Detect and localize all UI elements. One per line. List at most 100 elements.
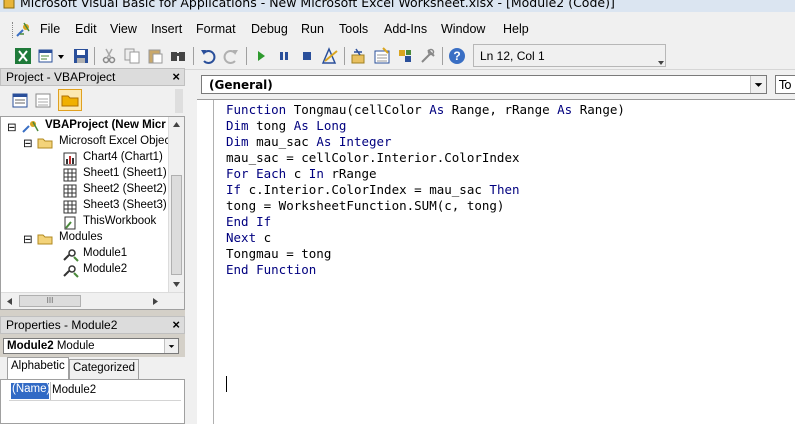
code-margin[interactable]	[213, 100, 214, 424]
scroll-down-icon[interactable]	[172, 280, 181, 289]
design-mode-icon[interactable]	[321, 47, 339, 65]
scroll-left-icon[interactable]	[5, 297, 14, 306]
copy-icon[interactable]	[123, 47, 141, 65]
property-value[interactable]: Module2	[52, 384, 96, 396]
code-window-header: (General) To	[197, 70, 795, 99]
code-keyword: Dim	[226, 134, 249, 149]
insert-module-icon[interactable]	[37, 47, 55, 65]
object-combo[interactable]: (General)	[201, 75, 767, 94]
code-lines[interactable]: Function Tongmau(cellColor As Range, rRa…	[226, 102, 625, 278]
cut-icon[interactable]	[100, 47, 118, 65]
tree-vertical-scrollbar[interactable]	[168, 117, 184, 292]
tree-label: VBAProject (New Micr	[45, 119, 166, 131]
scroll-thumb[interactable]	[171, 175, 182, 275]
pane-toolbar-grip[interactable]	[175, 89, 183, 113]
code-line[interactable]: Dim tong As Long	[226, 118, 625, 134]
break-icon[interactable]	[275, 47, 293, 65]
toolbar-separator	[344, 47, 345, 65]
project-pane-close-button[interactable]: ×	[172, 69, 180, 84]
code-line[interactable]: If c.Interior.ColorIndex = mau_sac Then	[226, 182, 625, 198]
project-explorer-icon[interactable]	[350, 47, 368, 65]
menu-file[interactable]: File	[40, 22, 60, 36]
menu-edit[interactable]: Edit	[75, 22, 97, 36]
procedure-combo[interactable]: To	[775, 75, 795, 94]
tree-horizontal-scrollbar[interactable]: III	[1, 292, 184, 309]
project-tree: ⊟ VBAProject (New Micr ⊟ Microsoft Excel…	[0, 116, 185, 310]
code-line[interactable]: Tongmau = tong	[226, 246, 625, 262]
code-line[interactable]: End Function	[226, 262, 625, 278]
collapse-icon[interactable]: ⊟	[7, 120, 19, 134]
menu-view[interactable]: View	[110, 22, 137, 36]
title-bar: Microsoft Visual Basic for Applications …	[0, 0, 795, 12]
tab-categorized[interactable]: Categorized	[69, 359, 140, 379]
chevron-down-icon[interactable]	[164, 339, 178, 353]
scroll-thumb[interactable]: III	[19, 295, 81, 307]
cursor-position-box: Ln 12, Col 1	[473, 44, 666, 67]
toolbar-options-icon[interactable]	[657, 59, 665, 67]
collapse-icon[interactable]: ⊟	[23, 136, 35, 150]
tree-label: Sheet3 (Sheet3)	[83, 199, 167, 211]
run-icon[interactable]	[252, 47, 270, 65]
menu-insert[interactable]: Insert	[151, 22, 182, 36]
code-line[interactable]: mau_sac = cellColor.Interior.ColorIndex	[226, 150, 625, 166]
undo-icon[interactable]	[199, 47, 217, 65]
find-icon[interactable]	[169, 47, 187, 65]
chevron-down-icon[interactable]	[56, 47, 66, 65]
module-icon	[63, 265, 79, 278]
properties-object-select[interactable]: Module2 Module	[3, 338, 179, 354]
view-code-icon[interactable]	[10, 91, 30, 110]
code-line[interactable]: Function Tongmau(cellColor As Range, rRa…	[226, 102, 625, 118]
module-icon	[63, 249, 79, 262]
code-line[interactable]: Dim mau_sac As Integer	[226, 134, 625, 150]
tab-alphabetic[interactable]: Alphabetic	[7, 357, 69, 379]
property-name[interactable]: (Name)	[11, 383, 50, 399]
collapse-icon[interactable]: ⊟	[23, 232, 35, 246]
save-icon[interactable]	[72, 47, 90, 65]
menu-add-ins[interactable]: Add-Ins	[384, 22, 427, 36]
scroll-up-icon[interactable]	[172, 120, 181, 129]
code-editor[interactable]: Function Tongmau(cellColor As Range, rRa…	[197, 99, 795, 424]
view-object-icon[interactable]	[33, 91, 53, 110]
menu-format[interactable]: Format	[196, 22, 236, 36]
tree-label: Modules	[59, 231, 103, 243]
menu-debug[interactable]: Debug	[251, 22, 288, 36]
properties-window-icon[interactable]	[373, 47, 391, 65]
toolbox-icon[interactable]	[419, 47, 437, 65]
menu-help[interactable]: Help	[503, 22, 529, 36]
help-icon[interactable]: ?	[448, 47, 466, 65]
toggle-folders-icon[interactable]	[58, 89, 82, 111]
chart-sheet-icon	[63, 152, 77, 166]
code-keyword: As Integer	[316, 134, 392, 149]
code-keyword: If	[226, 182, 242, 197]
project-pane-title: Project - VBAProject	[6, 70, 116, 84]
menu-window[interactable]: Window	[441, 22, 485, 36]
vba-menu-icon[interactable]	[15, 21, 33, 39]
tree-label: Sheet2 (Sheet2)	[83, 183, 167, 195]
code-line[interactable]: Next c	[226, 230, 625, 246]
code-line[interactable]: End If	[226, 214, 625, 230]
worksheet-icon	[63, 184, 77, 198]
code-keyword: As Long	[293, 118, 347, 133]
worksheet-icon	[63, 168, 77, 182]
pane-splitter[interactable]	[185, 70, 197, 424]
scroll-right-icon[interactable]	[151, 297, 160, 306]
menu-run[interactable]: Run	[301, 22, 324, 36]
code-line[interactable]: For Each c In rRange	[226, 166, 625, 182]
code-line[interactable]: tong = WorksheetFunction.SUM(c, tong)	[226, 198, 625, 214]
object-browser-icon[interactable]	[396, 47, 414, 65]
redo-icon[interactable]	[222, 47, 240, 65]
tree-label: ThisWorkbook	[83, 215, 157, 227]
menu-tools[interactable]: Tools	[339, 22, 368, 36]
properties-pane-close-button[interactable]: ×	[172, 317, 180, 332]
code-keyword: End Function	[226, 262, 317, 277]
code-keyword: Dim	[226, 118, 249, 133]
chevron-down-icon[interactable]	[750, 76, 766, 93]
grid-divider	[50, 382, 51, 400]
view-excel-icon[interactable]	[14, 47, 32, 65]
reset-icon[interactable]	[298, 47, 316, 65]
properties-object-value: Module2 Module	[7, 340, 95, 352]
code-keyword: Next	[226, 230, 257, 245]
folder-open-icon	[37, 138, 53, 149]
paste-icon[interactable]	[146, 47, 164, 65]
code-keyword: End If	[226, 214, 272, 229]
